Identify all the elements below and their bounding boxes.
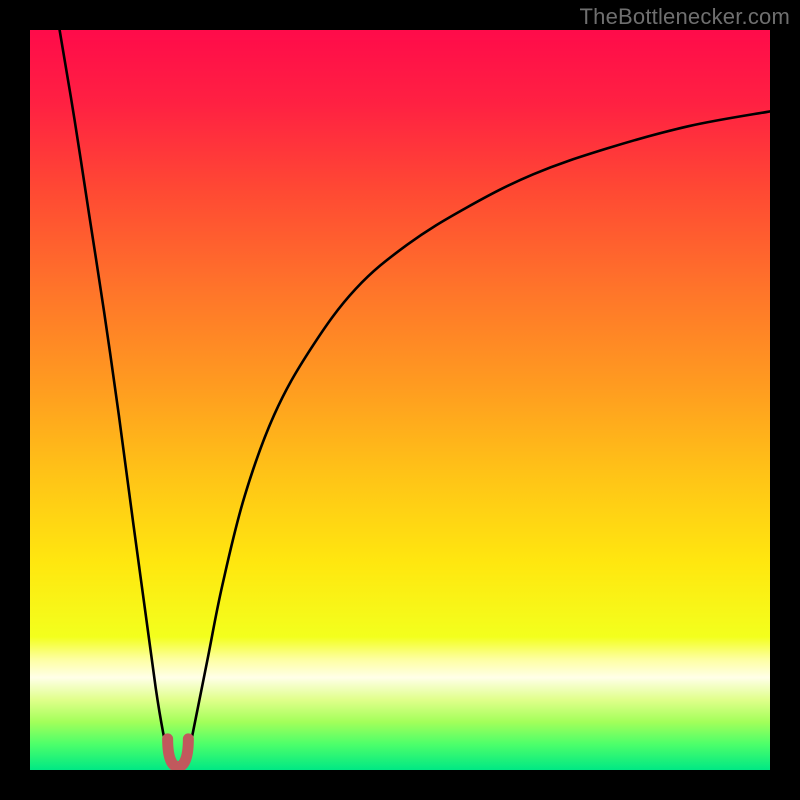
curve-left-branch (60, 30, 170, 759)
chart-frame: TheBottlenecker.com (0, 0, 800, 800)
curve-layer (30, 30, 770, 770)
watermark-text: TheBottlenecker.com (580, 4, 790, 30)
curve-right-branch (187, 111, 770, 759)
plot-area (30, 30, 770, 770)
valley-u-marker (168, 739, 189, 767)
